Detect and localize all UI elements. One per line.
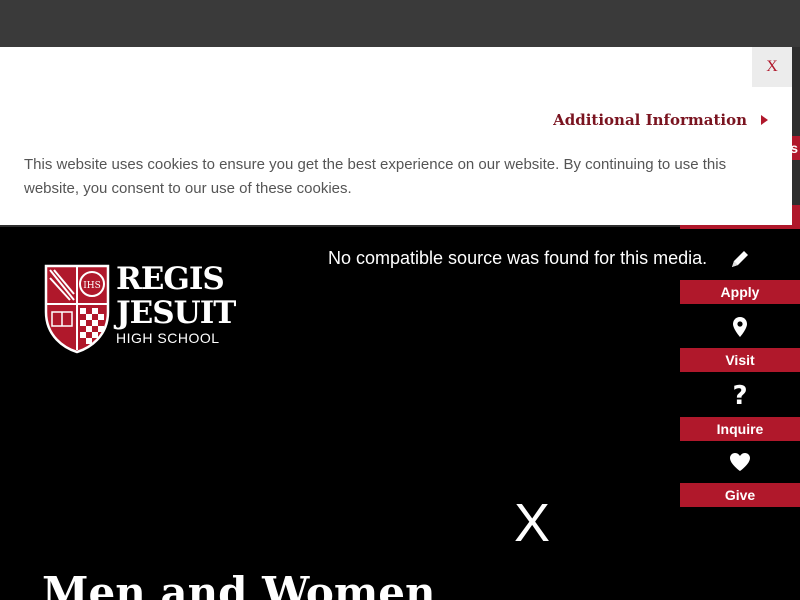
side-nav-visit[interactable]: Visit <box>680 306 800 372</box>
map-pin-icon <box>680 312 800 342</box>
school-logo[interactable]: IHS REGIS JESUIT HIGH SCHOOL <box>44 262 236 354</box>
media-error-message: No compatible source was found for this … <box>328 248 708 268</box>
logo-wordmark: REGIS JESUIT HIGH SCHOOL <box>116 261 236 346</box>
cookie-close-button[interactable]: X <box>752 47 792 87</box>
hero-headline: Men and Women <box>42 568 436 600</box>
top-bar <box>0 0 800 47</box>
question-icon: ? <box>732 381 748 411</box>
additional-information-label: Additional Information <box>553 111 747 129</box>
logo-line-high-school: HIGH SCHOOL <box>116 330 220 346</box>
additional-information-link[interactable]: Additional Information <box>553 111 768 129</box>
heart-icon <box>680 447 800 477</box>
cookie-banner: X Additional Information This website us… <box>0 47 792 225</box>
side-nav-label: Inquire <box>680 417 800 441</box>
side-nav-label: Visit <box>680 348 800 372</box>
logo-line-jesuit: JESUIT <box>116 295 236 331</box>
side-nav-give[interactable]: Give <box>680 441 800 507</box>
side-nav-label: Give <box>680 483 800 507</box>
crest-seal-text: IHS <box>83 281 101 291</box>
side-nav-inquire[interactable]: ? Inquire <box>680 375 800 441</box>
cookie-message: This website uses cookies to ensure you … <box>24 156 727 197</box>
video-close-button[interactable]: X <box>514 496 550 550</box>
school-crest-icon: IHS <box>44 264 110 354</box>
logo-line-regis: REGIS <box>116 261 225 297</box>
side-nav-label: Apply <box>680 280 800 304</box>
caret-right-icon <box>761 115 768 125</box>
